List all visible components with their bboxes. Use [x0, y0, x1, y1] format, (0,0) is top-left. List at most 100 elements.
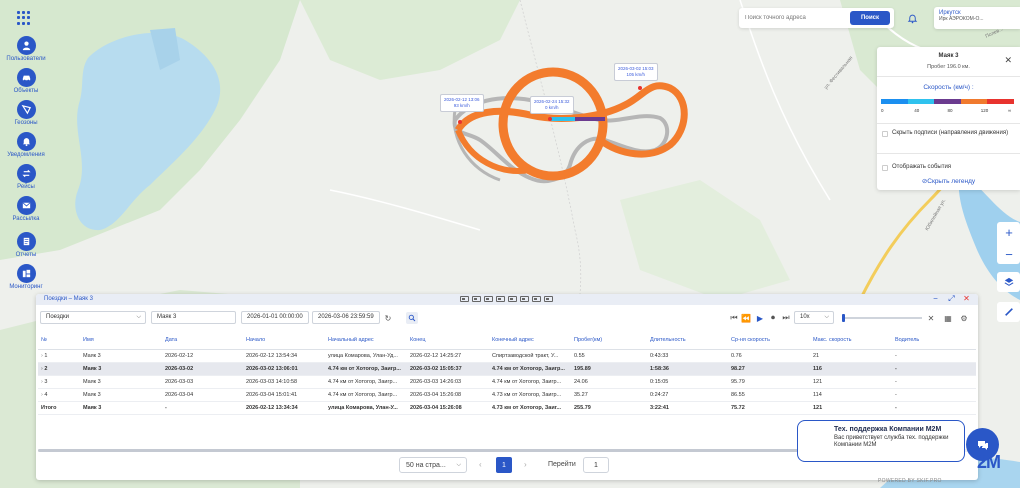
table-row[interactable]: › 3 Маяк 3 2026-03-03 2026-03-03 14:10:58 4.…	[38, 375, 976, 389]
nav-label: Геозоны	[14, 120, 38, 126]
stop-icon[interactable]: ⏺	[767, 312, 779, 324]
apps-grid-icon[interactable]	[17, 11, 31, 25]
address-search-input[interactable]	[745, 12, 845, 24]
column-header[interactable]: Конец	[407, 331, 489, 350]
layout-icon[interactable]	[544, 296, 553, 302]
table-cell: 0:43:33	[647, 349, 728, 363]
search-button[interactable]: Поиск	[850, 11, 890, 25]
speed-ticks: 0 40 80 120 ∞	[877, 108, 1020, 116]
column-header[interactable]: Начальный адрес	[325, 331, 407, 350]
nav-label: Мониторинг	[9, 284, 43, 290]
layout-icon[interactable]	[472, 296, 481, 302]
hide-labels-toggle[interactable]: Скрыть подписи (направления движения)	[882, 130, 1018, 137]
nav-item-mailing[interactable]: Рассылка	[10, 196, 42, 222]
clear-icon[interactable]: ✕	[925, 312, 937, 324]
page-number-current[interactable]: 1	[496, 457, 512, 473]
minimize-icon[interactable]: −	[931, 295, 940, 304]
playback-slider[interactable]	[842, 314, 922, 322]
close-icon[interactable]: ✕	[962, 295, 971, 304]
skip-forward-icon[interactable]: ⏭	[780, 312, 792, 324]
checkbox[interactable]	[882, 165, 888, 171]
row-number: 4	[44, 391, 48, 398]
column-header[interactable]: Длительность	[647, 331, 728, 350]
hide-legend-button[interactable]: ⊘Скрыть легенду	[877, 177, 1020, 185]
column-header[interactable]: Ср-ня скорость	[728, 331, 810, 350]
column-header[interactable]: Конечный адрес	[489, 331, 571, 350]
nav-item-users[interactable]: Пользователи	[6, 36, 46, 62]
nav-item-objects[interactable]: Объекты	[10, 68, 42, 94]
nav-item-routes[interactable]: Рейсы	[10, 164, 42, 190]
refresh-icon[interactable]: ↻	[382, 312, 394, 324]
table-row[interactable]: › 2 Маяк 3 2026-03-02 2026-03-02 13:06:01 4.…	[38, 362, 976, 376]
user-company-switcher[interactable]: Иркутск Ирк АЭРОКОМ-О...	[934, 7, 1020, 29]
table-cell: 2026-03-04 15:26:08	[407, 401, 489, 415]
table-cell: 2026-02-12 13:34:34	[243, 401, 325, 415]
export-icon[interactable]: ▦	[942, 312, 954, 324]
table-cell: Итого	[38, 401, 80, 415]
layout-icon[interactable]	[484, 296, 493, 302]
layout-icon[interactable]	[496, 296, 505, 302]
skip-back-icon[interactable]: ⏮	[728, 312, 740, 324]
scrollbar-thumb[interactable]	[38, 449, 798, 452]
date-from-input[interactable]: 2026-01-01 00:00:00	[241, 311, 309, 324]
nav-item-notifications[interactable]: Уведомления	[7, 132, 45, 158]
show-events-toggle[interactable]: Отображать события	[882, 164, 951, 171]
layers-icon[interactable]	[1000, 273, 1018, 291]
track-point-label[interactable]: 2026-02-24 15:32 0 km/h	[530, 96, 574, 114]
geozone-icon	[16, 100, 36, 119]
table-row[interactable]: › 4 Маяк 3 2026-03-04 2026-03-04 15:01:41 4.…	[38, 388, 976, 402]
per-page-value: 50 на стра...	[406, 462, 446, 469]
search-icon[interactable]	[406, 312, 418, 324]
goto-page-input[interactable]: 1	[583, 457, 609, 473]
nav-item-reports[interactable]: Отчеты	[10, 232, 42, 258]
playback-slider-handle[interactable]	[842, 314, 845, 322]
zoom-out-button[interactable]: −	[1000, 245, 1018, 263]
layout-icon[interactable]	[460, 296, 469, 302]
report-type-select[interactable]: Поездки ⌵	[40, 311, 146, 324]
prev-page-icon[interactable]: ‹	[479, 460, 482, 469]
track-point-label[interactable]: 2026-02-12 13:06 93 km/h	[440, 94, 484, 112]
address-search: Поиск	[739, 8, 894, 28]
column-header[interactable]: Имя	[80, 331, 162, 350]
table-cell: 121	[810, 401, 892, 415]
column-header[interactable]: Дата	[162, 331, 243, 350]
column-header[interactable]: Пробег(км)	[571, 331, 647, 350]
layout-icon[interactable]	[532, 296, 541, 302]
playback-speed-select[interactable]: 10x ⌵	[794, 311, 834, 324]
per-page-select[interactable]: 50 на стра... ⌵	[399, 457, 467, 473]
notifications-bell-icon[interactable]	[904, 10, 920, 26]
table-cell: 24.06	[571, 375, 647, 389]
expand-icon[interactable]: ⤢	[947, 295, 956, 304]
layout-icon[interactable]	[520, 296, 529, 302]
checkbox[interactable]	[882, 131, 888, 137]
next-page-icon[interactable]: ›	[524, 460, 527, 469]
table-header-row: № Имя Дата Начало Начальный адрес Конец Конечн…	[38, 331, 976, 350]
layout-icon[interactable]	[508, 296, 517, 302]
column-header[interactable]: Макс. скорость	[810, 331, 892, 350]
table-cell: 2026-03-02 13:06:01	[243, 362, 325, 376]
play-icon[interactable]: ▶	[754, 312, 766, 324]
date-to-input[interactable]: 2026-03-06 23:59:59	[312, 311, 380, 324]
nav-item-geozones[interactable]: Геозоны	[10, 100, 42, 126]
speed-tick-label: 80	[947, 108, 953, 113]
table-cell: 114	[810, 388, 892, 402]
table-cell: 2026-03-04 15:26:08	[407, 388, 489, 402]
step-back-icon[interactable]: ⏪	[740, 312, 752, 324]
table-row[interactable]: › 1 Маяк 3 2026-02-12 2026-02-12 13:54:34 ул…	[38, 349, 976, 363]
object-input[interactable]: Маяк 3	[151, 311, 236, 324]
column-header[interactable]: №	[38, 331, 80, 350]
table-cell: улица Комарова, Улан-Уд...	[325, 349, 407, 363]
zoom-in-button[interactable]: +	[1000, 223, 1018, 241]
table-cell: 35.27	[571, 388, 647, 402]
nav-item-monitoring[interactable]: Мониторинг	[9, 264, 43, 290]
speed-color-segment	[907, 99, 935, 104]
track-point-label[interactable]: 2026-03-02 15:03 105 km/h	[614, 63, 658, 81]
ruler-icon[interactable]	[1000, 303, 1018, 321]
table-cell: Маяк 3	[80, 349, 162, 363]
table-cell: › 3	[38, 375, 80, 389]
table-cell: 2026-03-02 15:05:37	[407, 362, 489, 376]
settings-gear-icon[interactable]: ⚙	[958, 312, 970, 324]
support-chat-popup[interactable]: Тех. поддержка Компании M2M Вас приветст…	[797, 420, 965, 462]
column-header[interactable]: Начало	[243, 331, 325, 350]
column-header[interactable]: Водитель	[892, 331, 976, 350]
